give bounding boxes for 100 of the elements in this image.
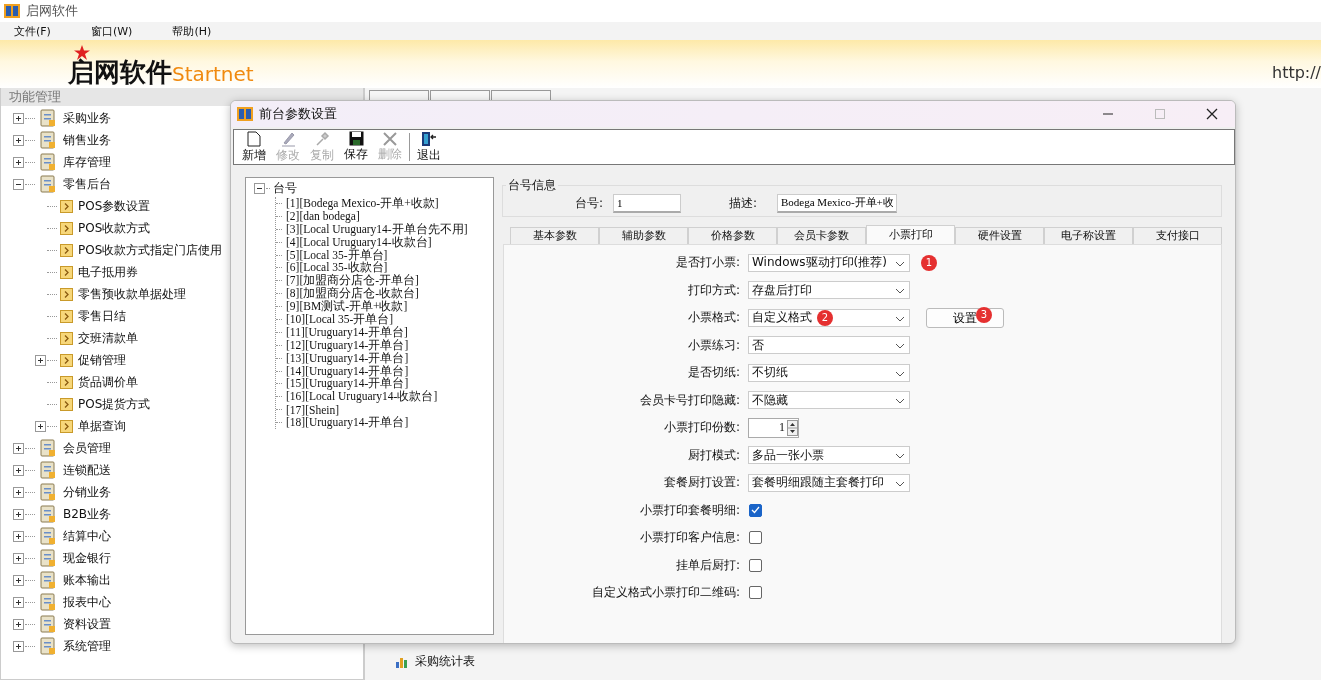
- logo-subtitle: Startnet: [172, 62, 254, 86]
- sidebar-item[interactable]: 现金银行: [63, 549, 111, 567]
- expand-icon[interactable]: [13, 486, 24, 498]
- dropdown[interactable]: 存盘后打印: [748, 281, 910, 300]
- tree-item[interactable]: [1][Bodega Mexico-开单+收款]: [286, 195, 439, 211]
- sidebar-item[interactable]: 促销管理: [78, 351, 126, 369]
- expand-icon[interactable]: [13, 442, 24, 454]
- tab[interactable]: 价格参数: [688, 227, 777, 244]
- field-label: 小票格式:: [686, 309, 740, 327]
- app-logo-icon: [4, 4, 20, 18]
- module-icon: [38, 130, 58, 150]
- expand-icon[interactable]: [35, 354, 46, 366]
- menu-item[interactable]: 文件(F): [14, 23, 51, 39]
- checkbox[interactable]: [749, 503, 762, 517]
- chevron-down-icon: [895, 260, 905, 267]
- sidebar-item[interactable]: 库存管理: [63, 153, 111, 171]
- tab[interactable]: 电子称设置: [1044, 227, 1133, 244]
- expand-icon[interactable]: [13, 112, 24, 124]
- module-icon: [38, 636, 58, 656]
- tab[interactable]: 辅助参数: [599, 227, 688, 244]
- tree-item[interactable]: [2][dan bodega]: [286, 210, 360, 223]
- expand-icon[interactable]: [13, 552, 24, 564]
- expand-icon[interactable]: [13, 618, 24, 630]
- sidebar-item[interactable]: POS收款方式: [78, 219, 151, 237]
- sidebar-item[interactable]: 零售预收款单据处理: [78, 285, 186, 303]
- module-icon: [38, 548, 58, 568]
- sidebar-item[interactable]: 资料设置: [63, 615, 111, 633]
- sidebar-item[interactable]: 采购业务: [63, 109, 111, 127]
- expand-icon[interactable]: [13, 574, 24, 586]
- sidebar-item[interactable]: 会员管理: [63, 439, 111, 457]
- expand-icon[interactable]: [13, 508, 24, 520]
- sidebar-item[interactable]: 货品调价单: [78, 373, 138, 391]
- sidebar-item[interactable]: 系统管理: [63, 637, 111, 655]
- sidebar-item[interactable]: 分销业务: [63, 483, 111, 501]
- expand-icon[interactable]: [13, 134, 24, 146]
- expand-icon[interactable]: [13, 640, 24, 652]
- sidebar-item[interactable]: POS收款方式指定门店使用: [78, 241, 223, 259]
- sidebar-item[interactable]: 零售日结: [78, 307, 126, 325]
- sidebar-item[interactable]: 结算中心: [63, 527, 111, 545]
- sidebar-item[interactable]: 销售业务: [63, 131, 111, 149]
- toolbar-button[interactable]: 新增: [237, 130, 271, 164]
- tree-item[interactable]: [11][Uruguary14-开单台]: [286, 324, 408, 340]
- spin-arrows-icon[interactable]: [787, 419, 798, 436]
- module-icon: [38, 482, 58, 502]
- close-icon: [1206, 108, 1218, 120]
- tree-item[interactable]: [17][Shein]: [286, 403, 339, 416]
- sidebar-item[interactable]: 交班清款单: [78, 329, 138, 347]
- expand-icon[interactable]: [13, 156, 24, 168]
- sidebar-item[interactable]: 单据查询: [78, 417, 126, 435]
- tree-item[interactable]: [10][Local 35-开单台]: [286, 311, 394, 327]
- tab[interactable]: 会员卡参数: [777, 227, 866, 244]
- dropdown[interactable]: 多品一张小票: [748, 446, 910, 465]
- module-icon: [38, 592, 58, 612]
- module-icon: [38, 108, 58, 128]
- tab[interactable]: 小票打印: [866, 225, 955, 244]
- tree-item[interactable]: [18][Uruguary14-开单台]: [286, 415, 409, 431]
- sidebar-item[interactable]: 零售后台: [63, 175, 111, 193]
- dropdown[interactable]: 不切纸: [748, 363, 910, 382]
- checkbox[interactable]: [749, 531, 762, 545]
- checkbox[interactable]: [749, 558, 762, 572]
- collapse-icon[interactable]: [254, 183, 265, 194]
- report-link[interactable]: 采购统计表: [415, 653, 475, 670]
- sidebar-item[interactable]: 电子抵用券: [78, 263, 138, 281]
- tree-item[interactable]: 台号: [273, 180, 297, 197]
- menu-item[interactable]: 帮助(H): [172, 23, 212, 39]
- toolbar-button[interactable]: 保存: [339, 131, 373, 163]
- collapse-icon[interactable]: [13, 178, 24, 190]
- expand-icon[interactable]: [13, 596, 24, 608]
- arrow-box-icon: [60, 375, 73, 389]
- field-label: 挂单后厨打:: [674, 556, 740, 574]
- arrow-box-icon: [60, 287, 73, 301]
- sidebar-item[interactable]: POS提货方式: [78, 395, 151, 413]
- tree-item[interactable]: [5][Local 35-开单台]: [286, 247, 388, 263]
- dropdown[interactable]: 自定义格式 2: [748, 308, 910, 327]
- sidebar-item[interactable]: 账本输出: [63, 571, 111, 589]
- tab[interactable]: 硬件设置: [955, 227, 1044, 244]
- toolbar-button[interactable]: 退出: [412, 130, 446, 164]
- spin-field[interactable]: 1: [748, 417, 799, 438]
- tab[interactable]: 基本参数: [510, 227, 599, 244]
- module-icon: [38, 174, 58, 194]
- expand-icon[interactable]: [13, 530, 24, 542]
- field-label: 是否切纸:: [686, 364, 740, 382]
- menu-item[interactable]: 窗口(W): [90, 23, 133, 39]
- expand-icon[interactable]: [13, 464, 24, 476]
- field-label: 小票打印份数:: [662, 419, 740, 437]
- dropdown[interactable]: 不隐藏: [748, 391, 910, 410]
- sidebar-item[interactable]: 连锁配送: [63, 461, 111, 479]
- checkbox[interactable]: [749, 586, 762, 600]
- dropdown[interactable]: 套餐明细跟随主套餐打印: [748, 473, 910, 492]
- text-field[interactable]: Bodega Mexico-开单+收: [777, 193, 897, 213]
- sidebar-item[interactable]: 报表中心: [63, 593, 111, 611]
- text-field[interactable]: 1: [613, 193, 681, 213]
- expand-icon[interactable]: [35, 420, 46, 432]
- dropdown[interactable]: 否: [748, 336, 910, 355]
- sidebar-item[interactable]: B2B业务: [63, 505, 112, 523]
- tree-item[interactable]: [16][Local Uruguary14-收款台]: [286, 389, 438, 405]
- field-label: 小票练习:: [686, 336, 740, 354]
- sidebar-item[interactable]: POS参数设置: [78, 197, 151, 215]
- arrow-box-icon: [60, 243, 73, 257]
- tab[interactable]: 支付接口: [1133, 227, 1222, 244]
